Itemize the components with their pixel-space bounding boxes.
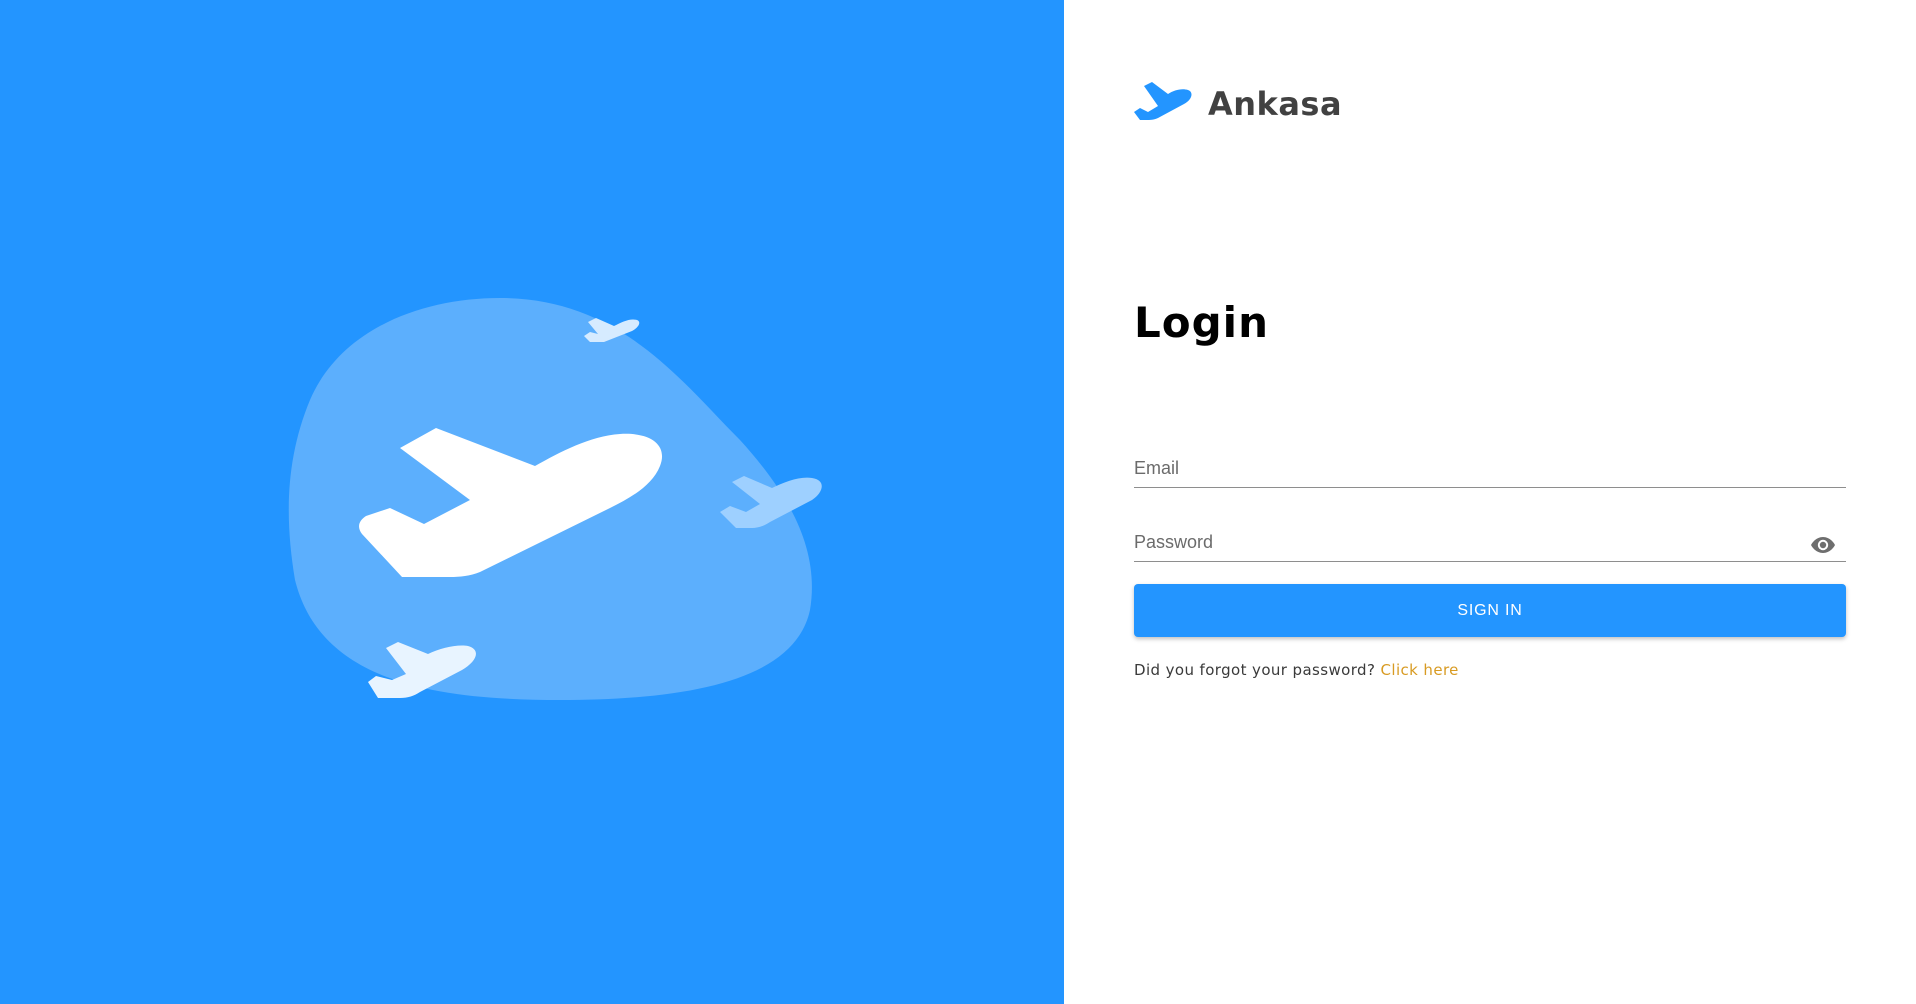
sign-in-button[interactable]: SIGN IN	[1134, 584, 1846, 637]
hero-panel	[0, 0, 1064, 1004]
forgot-password-link[interactable]: Click here	[1381, 661, 1459, 679]
password-field-wrapper	[1134, 521, 1846, 562]
airplane-illustration	[288, 298, 822, 700]
login-panel: Ankasa Login SIGN IN Did you forgot your…	[1064, 0, 1916, 1004]
eye-icon[interactable]	[1810, 535, 1836, 555]
page-title: Login	[1134, 298, 1269, 347]
email-field[interactable]	[1134, 458, 1774, 479]
forgot-password-text: Did you forgot your password?	[1134, 661, 1376, 679]
brand-name: Ankasa	[1208, 85, 1343, 123]
brand[interactable]: Ankasa	[1134, 82, 1342, 126]
plane-takeoff-icon	[1134, 82, 1192, 120]
email-field-wrapper	[1134, 447, 1846, 488]
forgot-password-row: Did you forgot your password? Click here	[1134, 661, 1459, 679]
login-page: Ankasa Login SIGN IN Did you forgot your…	[0, 0, 1916, 1004]
password-field[interactable]	[1134, 532, 1774, 553]
